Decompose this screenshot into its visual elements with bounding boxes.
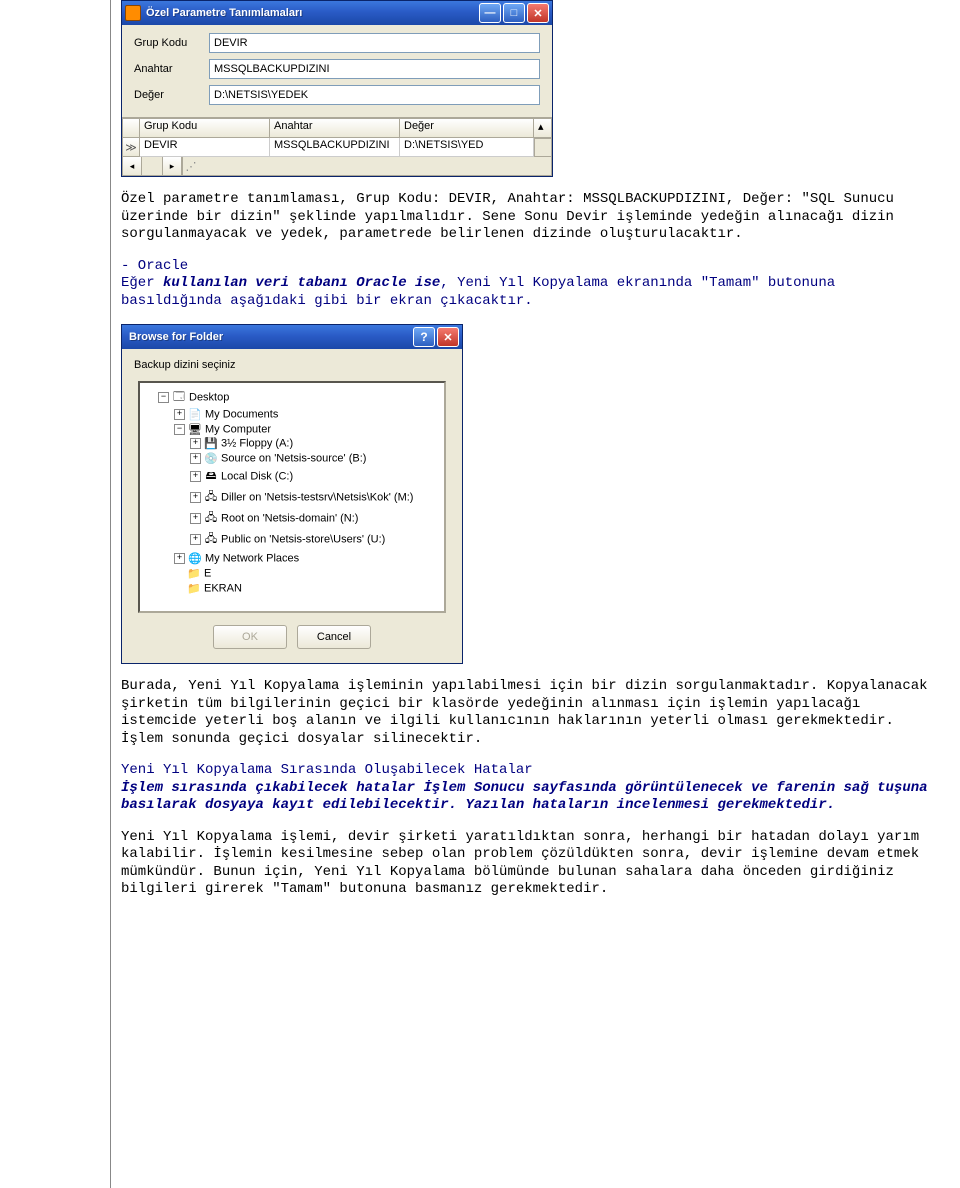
titlebar-browse[interactable]: Browse for Folder ? ✕ <box>122 325 462 349</box>
computer-icon <box>187 423 203 436</box>
tree-mycomputer[interactable]: −My Computer +3½ Floppy (A:) +Source on … <box>174 422 442 551</box>
anahtar-label: Anahtar <box>134 63 209 75</box>
col-grupkodu[interactable]: Grup Kodu <box>140 118 270 138</box>
tree-netplaces[interactable]: +My Network Places <box>174 551 442 566</box>
grid: Grup Kodu Anahtar Değer ▴ ≫ DEVIR MSSQLB… <box>122 117 552 176</box>
expand-icon[interactable]: + <box>190 453 201 464</box>
doc-errors-heading: Yeni Yıl Kopyalama Sırasında Oluşabilece… <box>121 762 942 780</box>
row-marker[interactable]: ≫ <box>122 138 140 157</box>
expand-icon[interactable]: + <box>190 513 201 524</box>
expand-icon[interactable]: + <box>174 553 185 564</box>
grup-kodu-label: Grup Kodu <box>134 37 209 49</box>
doc-paragraph-oracle: - Oracle Eğer kullanılan veri tabanı Ora… <box>121 258 942 311</box>
help-button[interactable]: ? <box>413 327 435 347</box>
netdrive-icon <box>203 530 219 549</box>
cd-icon <box>203 452 219 465</box>
expand-icon[interactable]: + <box>190 492 201 503</box>
col-anahtar[interactable]: Anahtar <box>270 118 400 138</box>
cancel-button[interactable]: Cancel <box>297 625 371 649</box>
tree-source-b[interactable]: +Source on 'Netsis-source' (B:) <box>190 451 442 466</box>
parametre-window: Özel Parametre Tanımlamaları — □ ✕ Grup … <box>121 0 553 177</box>
oracle-pre: Eğer <box>121 275 163 291</box>
doc-errors-body: İşlem sırasında çıkabilecek hatalar İşle… <box>121 780 942 815</box>
netdrive-icon <box>203 509 219 528</box>
tree-desktop[interactable]: −Desktop +My Documents −My Computer +3½ … <box>158 387 442 597</box>
floppy-icon <box>203 437 219 450</box>
collapse-icon[interactable]: − <box>174 424 185 435</box>
folder-icon <box>186 567 202 580</box>
netdrive-icon <box>203 488 219 507</box>
scroll-left-icon[interactable]: ◂ <box>123 157 142 175</box>
documents-icon <box>187 408 203 421</box>
tree-diller-m[interactable]: +Diller on 'Netsis-testsrv\Netsis\Kok' (… <box>190 487 442 508</box>
hdd-icon <box>203 467 219 486</box>
tree-floppy[interactable]: +3½ Floppy (A:) <box>190 436 442 451</box>
titlebar[interactable]: Özel Parametre Tanımlamaları — □ ✕ <box>122 1 552 25</box>
collapse-icon[interactable]: − <box>158 392 169 403</box>
scroll-up[interactable]: ▴ <box>534 118 552 138</box>
tree-root-n[interactable]: +Root on 'Netsis-domain' (N:) <box>190 508 442 529</box>
scroll-right-icon[interactable]: ▸ <box>163 157 182 175</box>
network-places-icon <box>187 552 203 565</box>
folder-tree[interactable]: −Desktop +My Documents −My Computer +3½ … <box>138 381 446 613</box>
tree-mydocs[interactable]: +My Documents <box>174 407 442 422</box>
doc-paragraph-1: Özel parametre tanımlaması, Grup Kodu: D… <box>121 191 942 244</box>
expand-icon[interactable]: + <box>190 534 201 545</box>
col-deger[interactable]: Değer <box>400 118 534 138</box>
close-button[interactable]: ✕ <box>527 3 549 23</box>
oracle-bold: kullanılan veri tabanı Oracle ise <box>163 275 440 291</box>
cell-deger[interactable]: D:\NETSIS\YED <box>400 138 534 157</box>
maximize-button[interactable]: □ <box>503 3 525 23</box>
anahtar-input[interactable]: MSSQLBACKUPDIZINI <box>209 59 540 79</box>
scroll-down[interactable] <box>534 138 552 157</box>
deger-label: Değer <box>134 89 209 101</box>
ok-button[interactable]: OK <box>213 625 287 649</box>
window-title: Özel Parametre Tanımlamaları <box>146 7 479 19</box>
browse-title: Browse for Folder <box>125 331 413 343</box>
row-selector-header[interactable] <box>122 118 140 138</box>
expand-icon[interactable]: + <box>174 409 185 420</box>
grup-kodu-input[interactable]: DEVIR <box>209 33 540 53</box>
tree-public-u[interactable]: +Public on 'Netsis-store\Users' (U:) <box>190 529 442 550</box>
cell-anahtar[interactable]: MSSQLBACKUPDIZINI <box>270 138 400 157</box>
oracle-heading: - Oracle <box>121 258 188 274</box>
close-button[interactable]: ✕ <box>437 327 459 347</box>
h-scrollbar[interactable]: ◂ ▸ ⋰ <box>122 157 552 176</box>
folder-icon <box>186 582 202 595</box>
tree-ekran[interactable]: EKRAN <box>174 581 442 596</box>
cell-grupkodu[interactable]: DEVIR <box>140 138 270 157</box>
doc-paragraph-3: Burada, Yeni Yıl Kopyalama işleminin yap… <box>121 678 942 748</box>
browse-message: Backup dizini seçiniz <box>134 359 450 371</box>
resize-grip-icon[interactable]: ⋰ <box>182 157 199 175</box>
expand-icon[interactable]: + <box>190 438 201 449</box>
desktop-icon <box>171 388 187 407</box>
doc-paragraph-5: Yeni Yıl Kopyalama işlemi, devir şirketi… <box>121 829 942 899</box>
tree-e[interactable]: E <box>174 566 442 581</box>
browse-folder-window: Browse for Folder ? ✕ Backup dizini seçi… <box>121 324 463 664</box>
app-icon <box>125 5 141 21</box>
expand-icon[interactable]: + <box>190 471 201 482</box>
tree-local-c[interactable]: +Local Disk (C:) <box>190 466 442 487</box>
minimize-button[interactable]: — <box>479 3 501 23</box>
deger-input[interactable]: D:\NETSIS\YEDEK <box>209 85 540 105</box>
